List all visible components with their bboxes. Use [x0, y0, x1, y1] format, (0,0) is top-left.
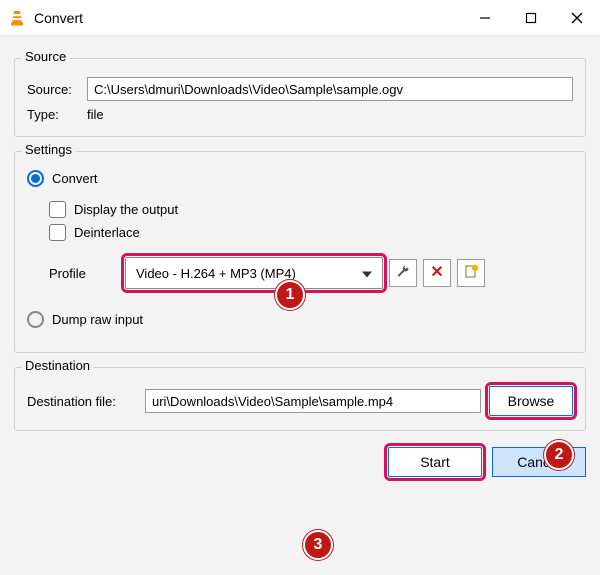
dump-raw-radio[interactable]: Dump raw input [27, 311, 573, 328]
destination-group: Destination Destination file: Browse [14, 367, 586, 431]
display-output-checkbox[interactable]: Display the output [49, 201, 573, 218]
annotation-badge-1: 1 [275, 280, 305, 310]
source-group-label: Source [21, 49, 70, 64]
maximize-button[interactable] [508, 0, 554, 35]
settings-group-label: Settings [21, 142, 76, 157]
wrench-icon [395, 264, 411, 283]
edit-profile-button[interactable] [389, 259, 417, 287]
browse-button-label: Browse [508, 393, 555, 409]
annotation-badge-3: 3 [303, 530, 333, 560]
title-bar: Convert [0, 0, 600, 36]
profile-combobox[interactable]: Video - H.264 + MP3 (MP4) [125, 257, 383, 289]
new-file-icon [464, 264, 479, 282]
chevron-down-icon [362, 266, 372, 281]
convert-radio[interactable]: Convert [27, 170, 573, 187]
profile-value: Video - H.264 + MP3 (MP4) [136, 266, 296, 281]
profile-label: Profile [49, 266, 119, 281]
destination-group-label: Destination [21, 358, 94, 373]
x-icon: ✕ [430, 265, 443, 281]
radio-icon [27, 311, 44, 328]
checkbox-icon [49, 201, 66, 218]
browse-button[interactable]: Browse [489, 386, 573, 416]
destination-file-input[interactable] [145, 389, 481, 413]
delete-profile-button[interactable]: ✕ [423, 259, 451, 287]
deinterlace-label: Deinterlace [74, 225, 140, 240]
convert-radio-label: Convert [52, 171, 98, 186]
dump-raw-label: Dump raw input [52, 312, 143, 327]
deinterlace-checkbox[interactable]: Deinterlace [49, 224, 573, 241]
annotation-badge-2: 2 [544, 440, 574, 470]
destination-file-label: Destination file: [27, 394, 137, 409]
new-profile-button[interactable] [457, 259, 485, 287]
type-value: file [87, 107, 104, 122]
window-controls [462, 0, 600, 35]
radio-icon [27, 170, 44, 187]
vlc-icon [8, 9, 26, 27]
checkbox-icon [49, 224, 66, 241]
source-label: Source: [27, 82, 87, 97]
start-button-label: Start [420, 454, 450, 470]
display-output-label: Display the output [74, 202, 178, 217]
type-label: Type: [27, 107, 87, 122]
close-button[interactable] [554, 0, 600, 35]
settings-group: Settings Convert Display the output Dein… [14, 151, 586, 353]
source-input[interactable] [87, 77, 573, 101]
window-title: Convert [34, 10, 83, 26]
minimize-button[interactable] [462, 0, 508, 35]
source-group: Source Source: Type: file [14, 58, 586, 137]
start-button[interactable]: Start [388, 447, 482, 477]
